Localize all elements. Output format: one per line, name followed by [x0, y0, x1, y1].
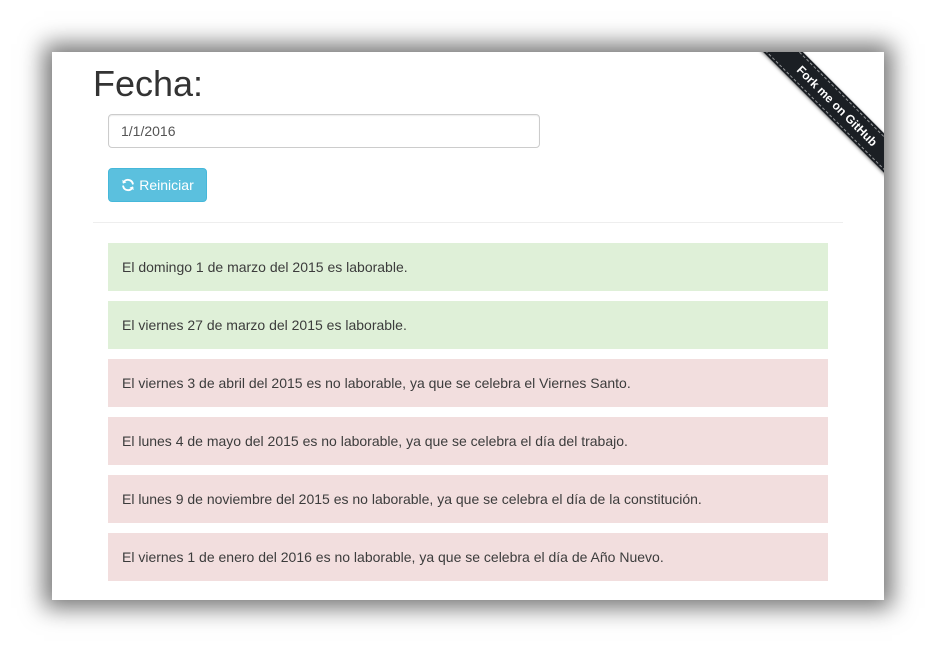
- reset-button[interactable]: Reiniciar: [108, 168, 207, 202]
- result-text: El domingo 1 de marzo del 2015 es labora…: [122, 259, 408, 275]
- date-input[interactable]: [108, 114, 540, 148]
- refresh-icon: [122, 178, 135, 192]
- divider: [93, 222, 843, 223]
- github-fork-ribbon[interactable]: Fork me on GitHub: [759, 52, 884, 184]
- reset-button-label: Reiniciar: [139, 177, 194, 193]
- result-item-no-laborable: El lunes 9 de noviembre del 2015 es no l…: [108, 475, 828, 523]
- result-text: El viernes 3 de abril del 2015 es no lab…: [122, 375, 631, 391]
- result-text: El viernes 1 de enero del 2016 es no lab…: [122, 549, 664, 565]
- result-item-no-laborable: El viernes 3 de abril del 2015 es no lab…: [108, 359, 828, 407]
- result-item-laborable: El domingo 1 de marzo del 2015 es labora…: [108, 243, 828, 291]
- page-title: Fecha:: [93, 63, 204, 104]
- results-list: El domingo 1 de marzo del 2015 es labora…: [108, 243, 828, 591]
- result-text: El lunes 9 de noviembre del 2015 es no l…: [122, 491, 702, 507]
- result-item-no-laborable: El lunes 4 de mayo del 2015 es no labora…: [108, 417, 828, 465]
- app-window: Fecha: Reiniciar El domingo 1 de marzo d…: [52, 52, 884, 600]
- result-item-no-laborable: El viernes 1 de enero del 2016 es no lab…: [108, 533, 828, 581]
- result-text: El viernes 27 de marzo del 2015 es labor…: [122, 317, 407, 333]
- github-ribbon-container: Fork me on GitHub: [734, 52, 884, 202]
- result-text: El lunes 4 de mayo del 2015 es no labora…: [122, 433, 628, 449]
- result-item-laborable: El viernes 27 de marzo del 2015 es labor…: [108, 301, 828, 349]
- github-ribbon-label: Fork me on GitHub: [793, 62, 881, 150]
